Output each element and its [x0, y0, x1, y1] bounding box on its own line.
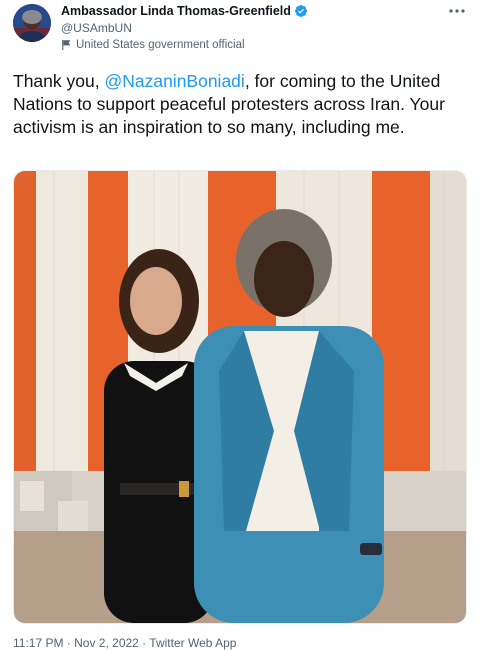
author-display-name[interactable]: Ambassador Linda Thomas-Greenfield — [61, 4, 291, 18]
tweet-timestamp[interactable]: 11:17 PM · Nov 2, 2022 · Twitter Web App — [13, 636, 236, 650]
author-handle[interactable]: @USAmbUN — [61, 21, 132, 35]
more-icon[interactable] — [446, 2, 468, 20]
tweet-text: Thank you, @NazaninBoniadi, for coming t… — [13, 70, 471, 139]
mention-link[interactable]: @NazaninBoniadi — [104, 71, 244, 91]
government-label: United States government official — [61, 39, 245, 51]
government-label-text: United States government official — [76, 39, 245, 51]
tweet-header: Ambassador Linda Thomas-Greenfield @USAm… — [13, 4, 468, 54]
author-name-row: Ambassador Linda Thomas-Greenfield — [61, 4, 308, 18]
tweet-text-before: Thank you, — [13, 71, 105, 91]
flag-icon — [62, 39, 71, 51]
author-avatar[interactable] — [13, 4, 51, 42]
tweet-photo[interactable] — [13, 170, 467, 624]
more-dots-icon — [449, 9, 465, 13]
verified-badge-icon — [294, 5, 307, 17]
